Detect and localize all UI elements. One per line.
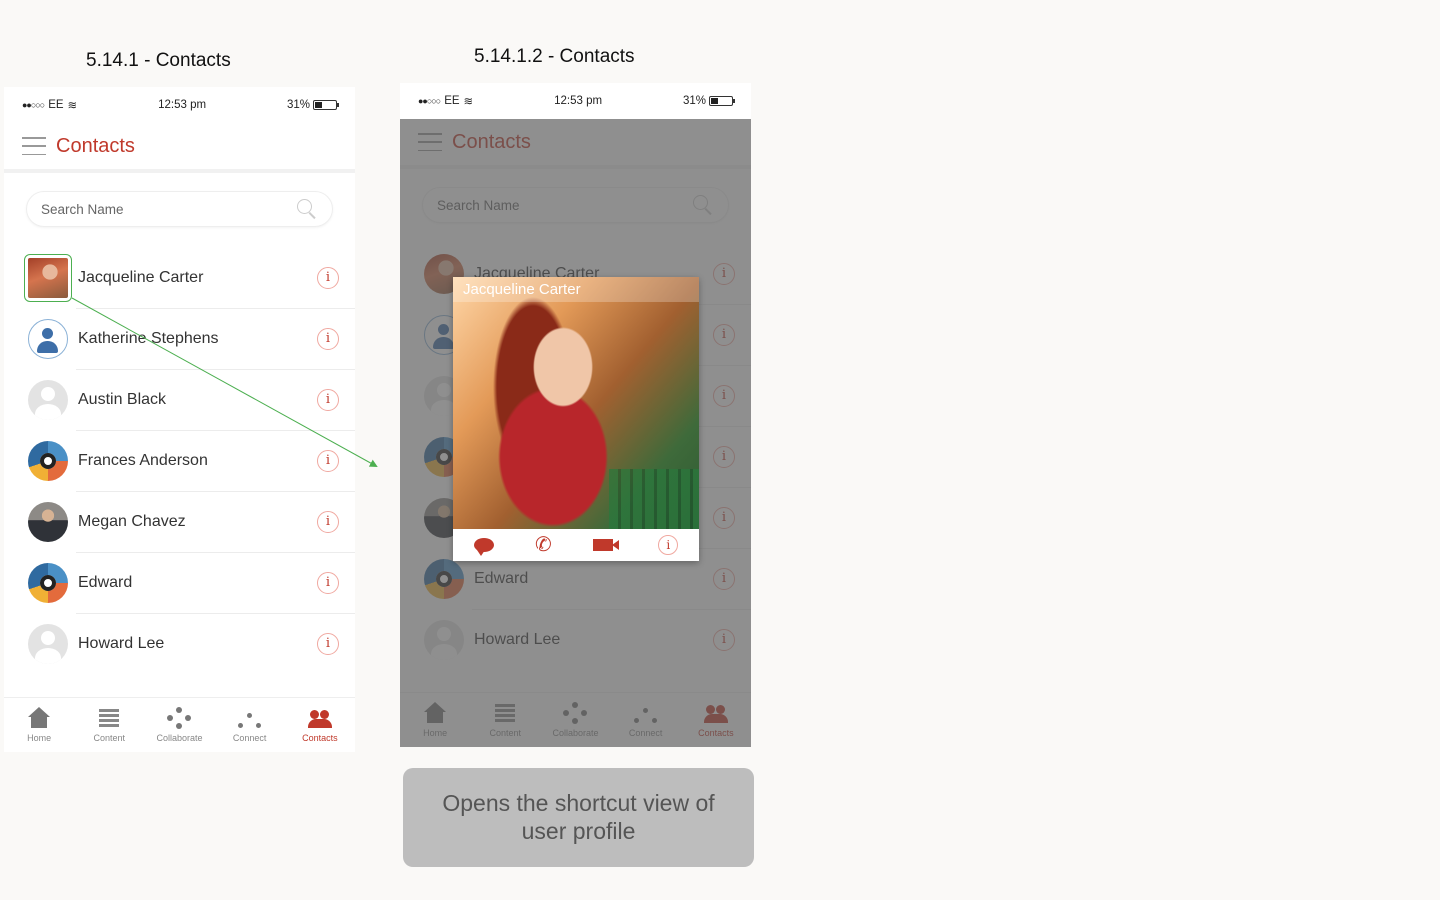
home-icon	[26, 707, 52, 729]
video-icon[interactable]	[593, 539, 619, 551]
info-icon[interactable]: i	[317, 388, 339, 411]
battery-label: 31%	[286, 99, 310, 111]
info-icon[interactable]: i	[317, 632, 339, 655]
battery-icon	[709, 95, 735, 106]
tab-content[interactable]: Content	[79, 707, 139, 743]
search-placeholder: Search Name	[41, 201, 124, 217]
info-icon[interactable]: i	[317, 266, 339, 289]
content-icon	[96, 707, 122, 729]
collab-icon	[166, 707, 192, 729]
page-title: Contacts	[56, 134, 135, 157]
contact-avatar[interactable]	[28, 379, 68, 420]
wifi-icon: ≋	[67, 100, 78, 112]
contact-avatar[interactable]	[24, 253, 72, 302]
info-icon[interactable]: i	[658, 535, 679, 555]
info-icon[interactable]: i	[317, 449, 339, 472]
contact-row[interactable]: Austin Black i	[4, 369, 355, 430]
wifi-icon: ≋	[463, 96, 474, 108]
contact-name: Edward	[78, 573, 133, 591]
contact-row[interactable]: Megan Chavez i	[4, 491, 355, 552]
annotation-note: Opens the shortcut view of user profile	[403, 768, 754, 867]
phone-screen-contacts: ●●○○○ EE ≋ 12:53 pm 31% Contacts Search Na…	[4, 87, 355, 752]
clock: 12:53 pm	[158, 99, 207, 111]
signal-icon: ●●○○○	[418, 96, 441, 106]
chat-icon[interactable]	[473, 538, 494, 556]
contact-name: Howard Lee	[78, 634, 165, 652]
contact-name: Jacqueline Carter	[78, 268, 204, 286]
contact-list: Jacqueline CarteriKatherine StephensiAus…	[4, 247, 355, 674]
info-icon[interactable]: i	[317, 571, 339, 594]
tab-bar: Home Content Collaborate Connect Contacts	[4, 697, 355, 752]
tab-label: Connect	[232, 733, 267, 743]
clock: 12:53 pm	[554, 95, 603, 107]
contact-row[interactable]: Howard Lee i	[4, 613, 355, 674]
tab-label: Home	[27, 733, 52, 743]
battery-icon	[313, 99, 339, 110]
carrier-label: EE	[444, 95, 460, 107]
screen-title-1: 5.14.1 - Contacts	[86, 50, 231, 71]
info-icon[interactable]: i	[317, 327, 339, 350]
contact-name: Megan Chavez	[78, 512, 186, 530]
tab-collaborate[interactable]: Collaborate	[149, 707, 209, 743]
search-icon[interactable]	[296, 198, 318, 220]
connect-icon	[237, 707, 263, 729]
contact-avatar[interactable]	[28, 318, 68, 359]
menu-icon[interactable]	[22, 137, 46, 155]
profile-shortcut-card: Jacqueline Carter ✆ i	[453, 277, 699, 561]
phone-screen-contacts-shortcut: ●●○○○EE≋ 12:53 pm 31% Contacts Search Na…	[400, 83, 751, 747]
search-input[interactable]: Search Name	[26, 191, 333, 227]
status-bar: ●●○○○ EE ≋ 12:53 pm 31%	[4, 87, 355, 123]
contacts-icon	[307, 707, 333, 729]
profile-name: Jacqueline Carter	[453, 277, 699, 302]
phone-icon[interactable]: ✆	[535, 535, 552, 555]
battery-label: 31%	[682, 95, 706, 107]
tab-label: Content	[93, 733, 126, 743]
contact-row[interactable]: Jacqueline Carter i	[4, 247, 355, 308]
tab-connect[interactable]: Connect	[220, 707, 280, 743]
contact-avatar[interactable]	[28, 501, 68, 542]
app-header: Contacts	[4, 123, 355, 173]
tab-home[interactable]: Home	[9, 707, 69, 743]
signal-icon: ●●○○○	[22, 100, 45, 110]
contact-avatar[interactable]	[28, 623, 68, 664]
contact-row[interactable]: Frances Anderson i	[4, 430, 355, 491]
profile-photo	[453, 277, 699, 529]
carrier-label: EE	[48, 99, 64, 111]
tab-label: Collaborate	[156, 733, 203, 743]
tab-contacts[interactable]: Contacts	[290, 707, 350, 743]
contact-row[interactable]: Katherine Stephens i	[4, 308, 355, 369]
contact-avatar[interactable]	[28, 562, 68, 603]
status-bar: ●●○○○ EE ≋ 12:53 pm 31%	[400, 83, 751, 119]
contact-name: Frances Anderson	[78, 451, 208, 469]
contact-row[interactable]: Edward i	[4, 552, 355, 613]
profile-actions: ✆ i	[453, 529, 699, 561]
contact-avatar[interactable]	[28, 440, 68, 481]
tab-label: Contacts	[302, 733, 338, 743]
screen-title-2: 5.14.1.2 - Contacts	[474, 46, 635, 67]
contact-name: Katherine Stephens	[78, 329, 219, 347]
info-icon[interactable]: i	[317, 510, 339, 533]
contact-name: Austin Black	[78, 390, 167, 408]
